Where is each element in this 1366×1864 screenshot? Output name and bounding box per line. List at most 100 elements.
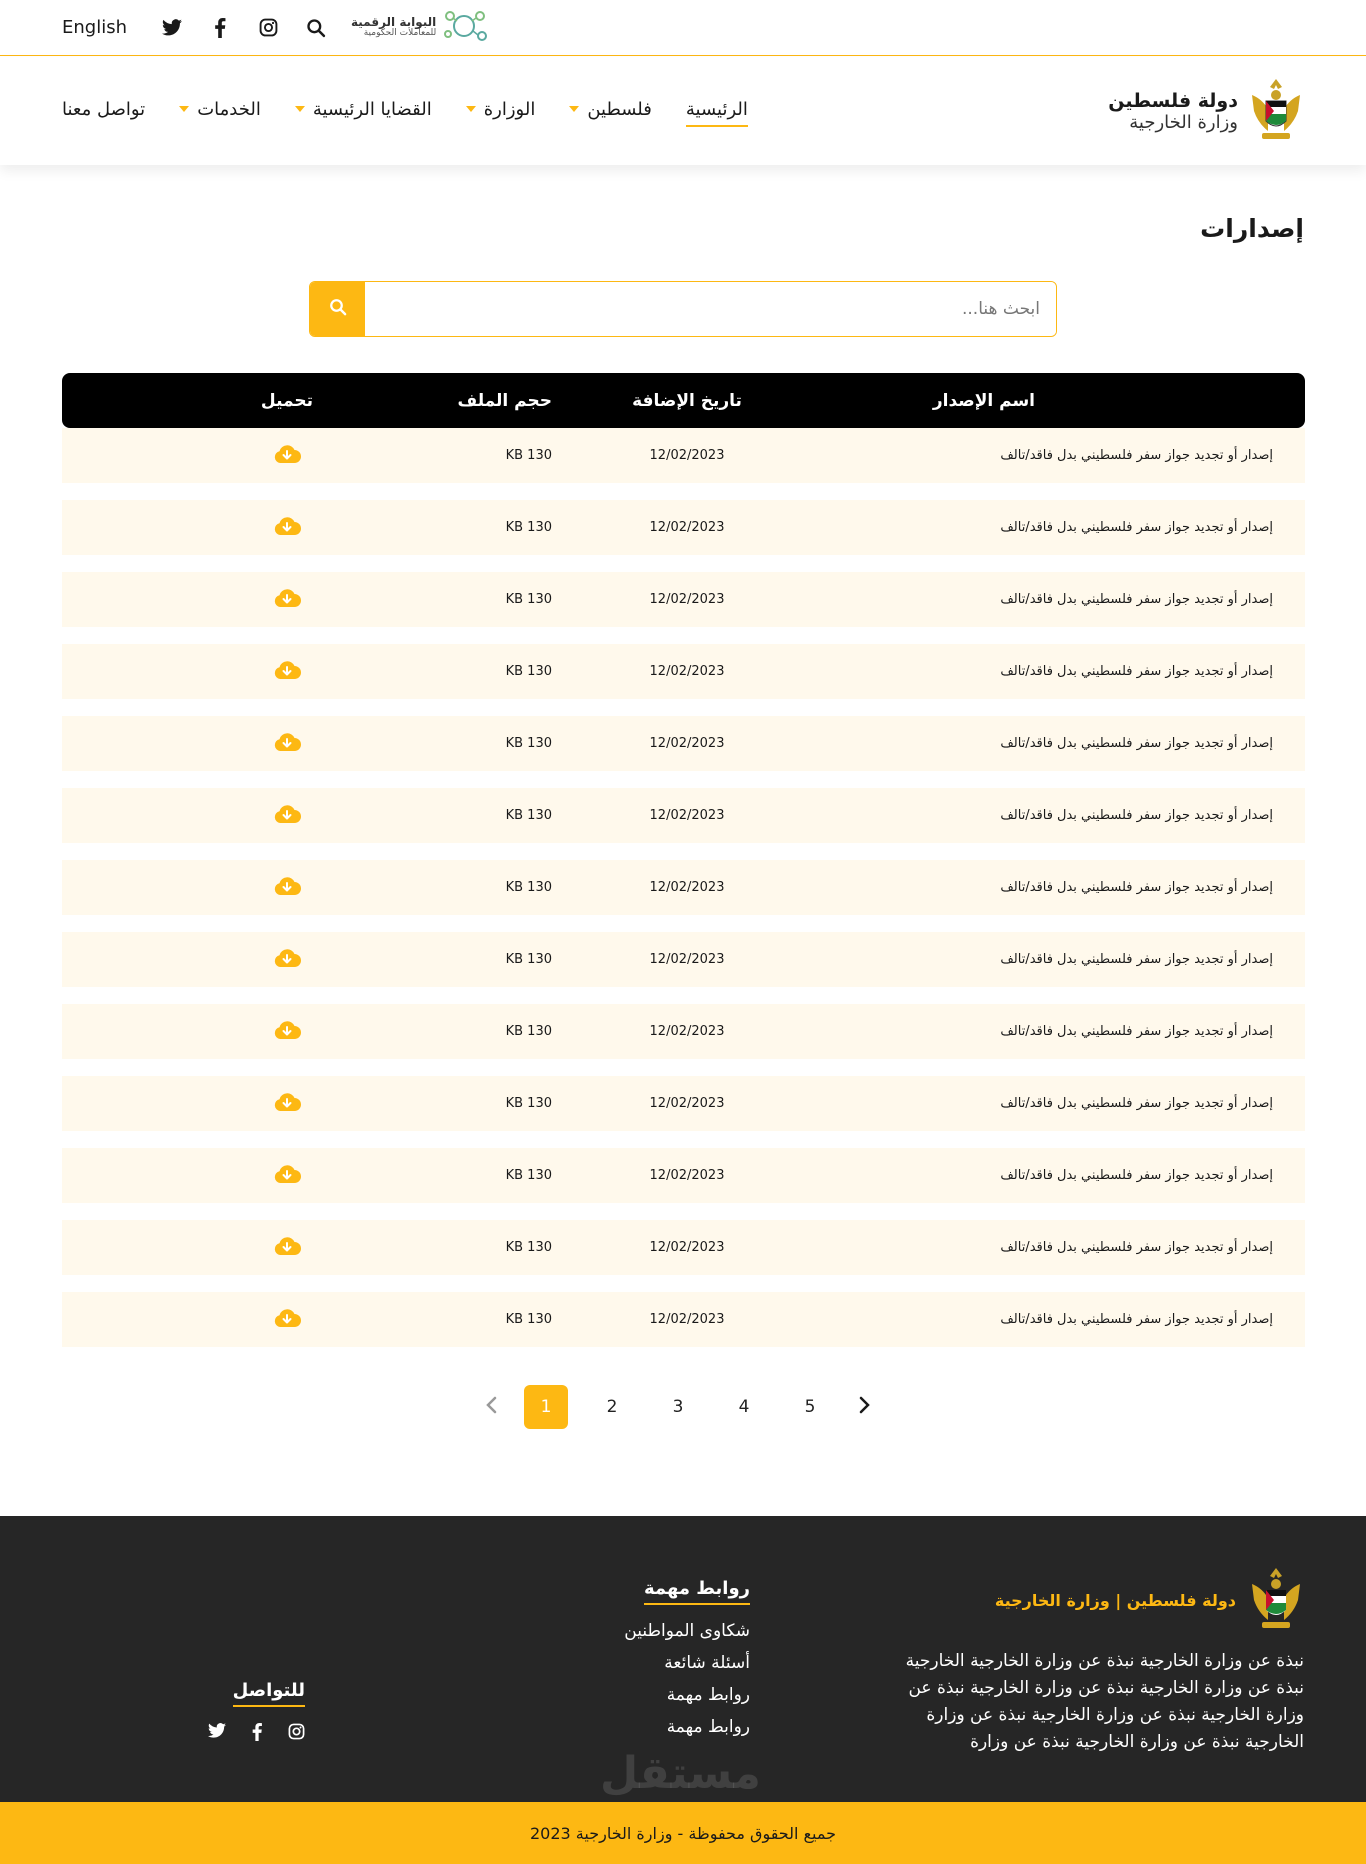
- cloud-download-icon: [273, 804, 301, 828]
- footer-social-icons: [208, 1723, 305, 1745]
- row-name: إصدار أو تجديد جواز سفر فلسطيني بدل فاقد…: [1000, 1168, 1273, 1183]
- nav-item-label: الخدمات: [197, 98, 261, 120]
- cloud-download-icon: [273, 948, 301, 972]
- page-button-3[interactable]: 3: [656, 1385, 700, 1429]
- footer-link[interactable]: أسئلة شائعة: [624, 1647, 750, 1679]
- search-input[interactable]: [365, 282, 1056, 336]
- page-button-5[interactable]: 5: [788, 1385, 832, 1429]
- footer-brand-title: دولة فلسطين | وزارة الخارجية: [994, 1590, 1236, 1610]
- table-row: إصدار أو تجديد جواز سفر فلسطيني بدل فاقد…: [62, 788, 1305, 843]
- caret-down-icon: [294, 106, 305, 112]
- search-icon[interactable]: [305, 17, 327, 39]
- download-button[interactable]: [267, 876, 307, 900]
- row-size: KB 130: [505, 736, 552, 751]
- nav-item-home[interactable]: الرئيسية: [685, 99, 748, 127]
- nav-item-contact[interactable]: تواصل معنا: [62, 99, 145, 124]
- row-name: إصدار أو تجديد جواز سفر فلسطيني بدل فاقد…: [1000, 1024, 1273, 1039]
- page-button-1[interactable]: 1: [524, 1385, 568, 1429]
- instagram-icon[interactable]: [257, 17, 279, 39]
- download-button[interactable]: [267, 948, 307, 972]
- footer-brand[interactable]: دولة فلسطين | وزارة الخارجية: [995, 1564, 1304, 1636]
- header-date: تاريخ الإضافة: [632, 390, 742, 411]
- row-date: 12/02/2023: [649, 808, 725, 823]
- table-header: اسم الإصدار تاريخ الإضافة حجم الملف تحمي…: [62, 373, 1305, 428]
- header-size: حجم الملف: [457, 390, 552, 411]
- cloud-download-icon: [273, 1092, 301, 1116]
- table-body: إصدار أو تجديد جواز سفر فلسطيني بدل فاقد…: [62, 428, 1305, 1347]
- header-download: تحميل: [260, 390, 314, 411]
- brand-logo[interactable]: دولة فلسطين وزارة الخارجية: [1108, 75, 1304, 147]
- table-row: إصدار أو تجديد جواز سفر فلسطيني بدل فاقد…: [62, 860, 1305, 915]
- cloud-download-icon: [273, 588, 301, 612]
- row-date: 12/02/2023: [649, 520, 725, 535]
- nav-item-ministry[interactable]: الوزارة: [465, 99, 535, 124]
- row-name: إصدار أو تجديد جواز سفر فلسطيني بدل فاقد…: [1000, 808, 1273, 823]
- download-button[interactable]: [267, 588, 307, 612]
- cloud-download-icon: [273, 1020, 301, 1044]
- row-name: إصدار أو تجديد جواز سفر فلسطيني بدل فاقد…: [1000, 448, 1273, 463]
- row-name: إصدار أو تجديد جواز سفر فلسطيني بدل فاقد…: [1000, 592, 1273, 607]
- row-date: 12/02/2023: [649, 1096, 725, 1111]
- cloud-download-icon: [273, 516, 301, 540]
- nav-item-main-issues[interactable]: القضايا الرئيسية: [294, 98, 432, 124]
- chevron-right-icon: [859, 1396, 871, 1418]
- row-size: KB 130: [505, 1240, 552, 1255]
- row-size: KB 130: [505, 1096, 552, 1111]
- download-button[interactable]: [267, 1092, 307, 1116]
- chevron-left-icon: [485, 1396, 497, 1418]
- nav-item-palestine[interactable]: فلسطين: [569, 99, 652, 124]
- table-row: إصدار أو تجديد جواز سفر فلسطيني بدل فاقد…: [62, 1292, 1305, 1347]
- cloud-download-icon: [273, 444, 301, 468]
- row-date: 12/02/2023: [649, 1312, 725, 1327]
- facebook-icon[interactable]: [209, 17, 231, 39]
- nav-item-label: القضايا الرئيسية: [312, 98, 432, 120]
- digital-portal-logo[interactable]: البوابة الرقمية للمعاملات الحكومية: [351, 8, 488, 48]
- emblem-icon: [1248, 75, 1304, 147]
- page-button-4[interactable]: 4: [722, 1385, 766, 1429]
- prev-page-button[interactable]: [480, 1385, 502, 1429]
- download-button[interactable]: [267, 444, 307, 468]
- cloud-download-icon: [273, 732, 301, 756]
- footer-contact-title: للتواصل: [232, 1680, 305, 1707]
- download-button[interactable]: [267, 1308, 307, 1332]
- footer-link[interactable]: روابط مهمة: [624, 1711, 750, 1743]
- search-button[interactable]: [310, 282, 365, 336]
- download-button[interactable]: [267, 1236, 307, 1260]
- copyright-bar: جميع الحقوق محفوظة - وزارة الخارجية 2023: [0, 1802, 1366, 1864]
- emblem-icon: [1248, 1564, 1304, 1636]
- download-button[interactable]: [267, 804, 307, 828]
- footer-link[interactable]: شكاوى المواطنين: [624, 1615, 750, 1647]
- download-button[interactable]: [267, 660, 307, 684]
- footer-link[interactable]: روابط مهمة: [624, 1679, 750, 1711]
- row-name: إصدار أو تجديد جواز سفر فلسطيني بدل فاقد…: [1000, 736, 1273, 751]
- nav-item-services[interactable]: الخدمات: [179, 99, 261, 124]
- nav-item-label: فلسطين: [587, 98, 652, 120]
- publications-table: اسم الإصدار تاريخ الإضافة حجم الملف تحمي…: [62, 373, 1305, 1347]
- table-row: إصدار أو تجديد جواز سفر فلسطيني بدل فاقد…: [62, 1076, 1305, 1131]
- download-button[interactable]: [267, 732, 307, 756]
- row-size: KB 130: [505, 1312, 552, 1327]
- language-switch[interactable]: English: [62, 17, 127, 38]
- download-button[interactable]: [267, 1164, 307, 1188]
- twitter-icon[interactable]: [161, 17, 183, 39]
- download-button[interactable]: [267, 516, 307, 540]
- row-date: 12/02/2023: [649, 1168, 725, 1183]
- facebook-icon[interactable]: [252, 1723, 262, 1745]
- row-size: KB 130: [505, 520, 552, 535]
- footer-contact: للتواصل: [208, 1680, 305, 1745]
- instagram-icon[interactable]: [288, 1723, 305, 1745]
- row-date: 12/02/2023: [649, 952, 725, 967]
- brand-title: دولة فلسطين: [1108, 89, 1238, 112]
- page-button-2[interactable]: 2: [590, 1385, 634, 1429]
- next-page-button[interactable]: [854, 1385, 876, 1429]
- row-date: 12/02/2023: [649, 1024, 725, 1039]
- twitter-icon[interactable]: [208, 1723, 226, 1745]
- footer-links-title: روابط مهمة: [643, 1578, 750, 1605]
- table-row: إصدار أو تجديد جواز سفر فلسطيني بدل فاقد…: [62, 428, 1305, 483]
- row-size: KB 130: [505, 808, 552, 823]
- network-icon: [442, 8, 488, 48]
- cloud-download-icon: [273, 660, 301, 684]
- row-date: 12/02/2023: [649, 448, 725, 463]
- nav-menu: الرئيسية فلسطين الوزارة القضايا الرئيسية…: [62, 98, 748, 127]
- download-button[interactable]: [267, 1020, 307, 1044]
